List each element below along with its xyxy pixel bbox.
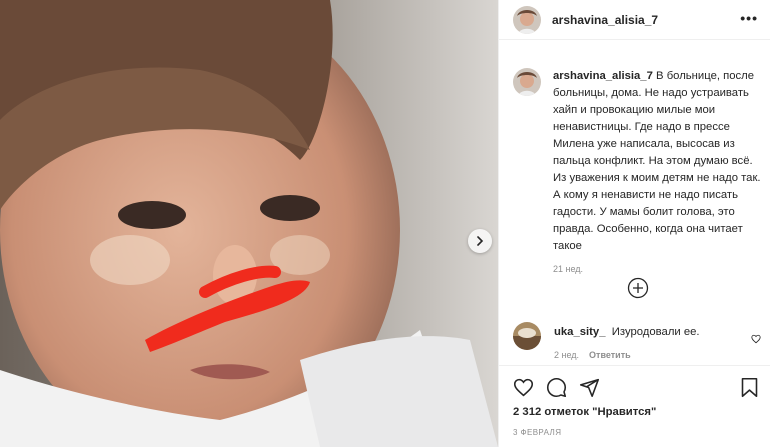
caption-username[interactable]: arshavina_alisia_7	[553, 70, 653, 82]
share-icon[interactable]	[579, 377, 600, 398]
author-avatar[interactable]	[513, 5, 541, 34]
load-more-comments-button[interactable]	[627, 277, 649, 304]
author-username[interactable]: arshavina_alisia_7	[552, 13, 658, 27]
save-button[interactable]	[740, 377, 759, 403]
next-photo-button[interactable]	[468, 229, 492, 253]
heart-icon[interactable]	[513, 377, 534, 398]
comment-timestamp[interactable]: 2 нед.	[554, 350, 579, 360]
caption-text: arshavina_alisia_7 В больнице, после бол…	[553, 68, 765, 255]
likes-count[interactable]: 2 312 отметок "Нравится"	[513, 406, 656, 418]
plus-circle-icon	[627, 277, 649, 299]
avatar-image	[513, 5, 541, 34]
chevron-right-icon	[477, 236, 484, 246]
post-caption: arshavina_alisia_7 В больнице, после бол…	[513, 68, 763, 274]
caption-avatar[interactable]	[513, 68, 541, 96]
heart-icon	[751, 334, 761, 344]
bookmark-icon	[741, 377, 758, 398]
comment-content: Изуродовали ее.	[611, 326, 700, 338]
post-sidebar: arshavina_alisia_7 ••• arshavina_alisia_…	[498, 0, 770, 447]
post-photo[interactable]	[0, 0, 498, 447]
post-header: arshavina_alisia_7 •••	[499, 0, 770, 40]
commenter-username[interactable]: uka_sity_	[554, 326, 606, 338]
commenter-avatar[interactable]	[513, 322, 541, 350]
reply-button[interactable]: Ответить	[589, 350, 631, 360]
selfie-image	[0, 0, 498, 447]
comment-like-button[interactable]	[751, 331, 761, 349]
caption-content: В больнице, после больницы, дома. Не над…	[553, 70, 761, 252]
comment-icon[interactable]	[546, 377, 567, 398]
post-actions: 2 312 отметок "Нравится" 3 ФЕВРАЛЯ	[499, 365, 770, 447]
action-icons	[513, 377, 600, 398]
more-options-button[interactable]: •••	[740, 10, 758, 26]
comment-text: uka_sity_ Изуродовали ее.	[554, 324, 700, 340]
avatar-image	[513, 68, 541, 96]
post-date[interactable]: 3 ФЕВРАЛЯ	[513, 428, 561, 437]
comment-item: uka_sity_ Изуродовали ее. 2 нед. Ответить	[513, 322, 763, 360]
comment-meta: 2 нед. Ответить	[554, 350, 700, 360]
caption-timestamp[interactable]: 21 нед.	[553, 264, 765, 274]
avatar-image	[513, 322, 541, 350]
